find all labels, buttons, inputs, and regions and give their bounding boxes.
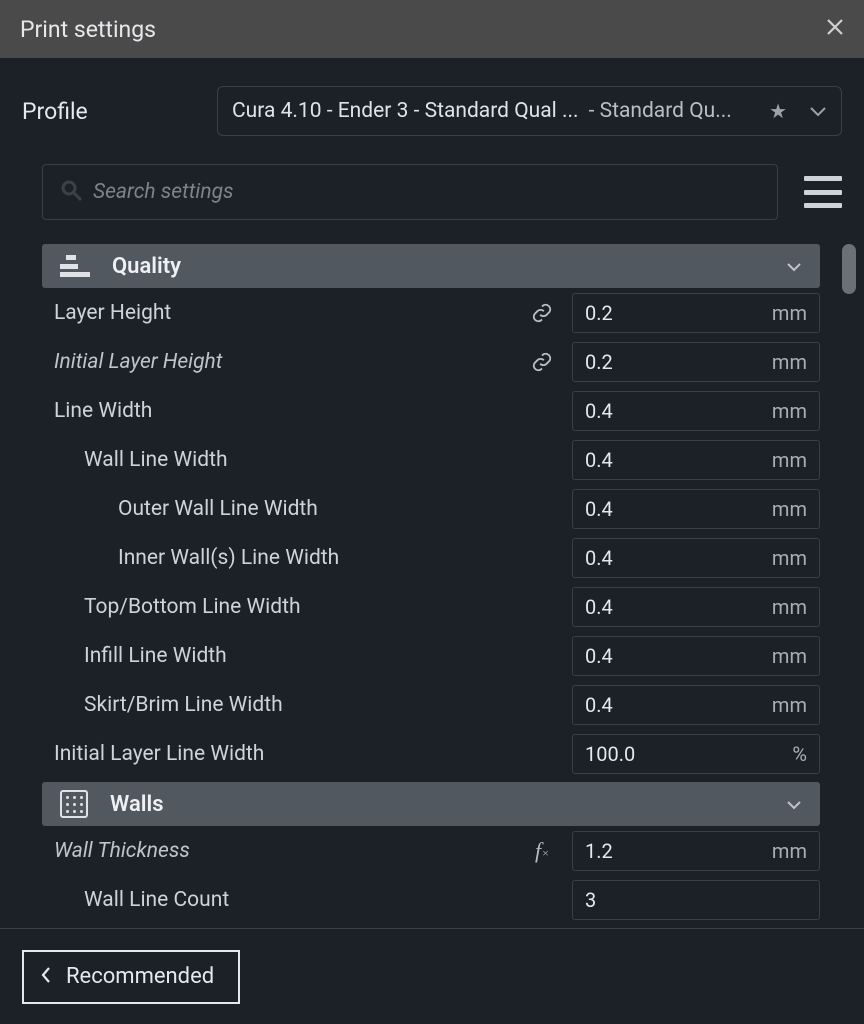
value-input[interactable]: 0.4 mm	[572, 587, 820, 627]
setting-label: Skirt/Brim Line Width	[84, 693, 564, 717]
settings-panel: Quality Layer Height 0.2 mm Initial Laye…	[0, 244, 864, 924]
chevron-down-icon[interactable]	[809, 101, 827, 122]
value-input[interactable]: 0.2 mm	[572, 293, 820, 333]
setting-layer-height: Layer Height 0.2 mm	[42, 288, 820, 337]
setting-label: Wall Thickness	[54, 839, 520, 863]
recommended-label: Recommended	[66, 964, 214, 989]
recommended-button[interactable]: Recommended	[22, 950, 240, 1004]
setting-wall-line-count: Wall Line Count 3	[42, 875, 820, 924]
setting-initial-layer-line-width: Initial Layer Line Width 100.0 %	[42, 729, 820, 778]
profile-dropdown[interactable]: Cura 4.10 - Ender 3 - Standard Qual ... …	[217, 86, 842, 136]
bottom-bar: Recommended	[0, 928, 864, 1024]
setting-label: Line Width	[54, 399, 564, 423]
value-input[interactable]: 0.4 mm	[572, 489, 820, 529]
chevron-down-icon	[786, 795, 802, 814]
close-icon[interactable]	[826, 17, 844, 42]
scrollbar[interactable]	[842, 244, 856, 294]
setting-label: Initial Layer Height	[54, 350, 520, 374]
setting-initial-layer-height: Initial Layer Height 0.2 mm	[42, 337, 820, 386]
setting-label: Top/Bottom Line Width	[84, 595, 564, 619]
setting-wall-thickness: Wall Thickness f× 1.2 mm	[42, 826, 820, 875]
value-input[interactable]: 0.4 mm	[572, 391, 820, 431]
fx-icon[interactable]: f×	[528, 838, 556, 864]
profile-text-main: Cura 4.10 - Ender 3 - Standard Qual ...	[232, 99, 579, 123]
section-header-walls[interactable]: Walls	[42, 782, 820, 826]
star-icon[interactable]: ★	[769, 99, 787, 123]
section-title-quality: Quality	[112, 254, 764, 279]
search-icon	[59, 178, 83, 206]
value-input[interactable]: 3	[572, 880, 820, 920]
value-input[interactable]: 1.2 mm	[572, 831, 820, 871]
search-placeholder: Search settings	[93, 180, 234, 204]
window-title: Print settings	[20, 16, 156, 43]
setting-top-bottom-line-width: Top/Bottom Line Width 0.4 mm	[42, 582, 820, 631]
titlebar: Print settings	[0, 0, 864, 58]
setting-label: Wall Line Count	[84, 888, 564, 912]
setting-wall-line-width: Wall Line Width 0.4 mm	[42, 435, 820, 484]
quality-icon	[60, 255, 90, 277]
value-input[interactable]: 0.4 mm	[572, 636, 820, 676]
search-input[interactable]: Search settings	[42, 164, 778, 220]
profile-row: Profile Cura 4.10 - Ender 3 - Standard Q…	[0, 58, 864, 156]
setting-label: Layer Height	[54, 301, 520, 325]
profile-text-sub: - Standard Qu...	[589, 99, 732, 123]
setting-line-width: Line Width 0.4 mm	[42, 386, 820, 435]
link-icon[interactable]	[528, 302, 556, 324]
setting-label: Inner Wall(s) Line Width	[118, 546, 564, 570]
section-title-walls: Walls	[110, 792, 764, 817]
value-input[interactable]: 0.4 mm	[572, 685, 820, 725]
chevron-left-icon	[40, 965, 52, 989]
chevron-down-icon	[786, 257, 802, 276]
value-input[interactable]: 0.4 mm	[572, 440, 820, 480]
setting-skirt-brim-line-width: Skirt/Brim Line Width 0.4 mm	[42, 680, 820, 729]
walls-icon	[60, 790, 88, 818]
setting-label: Outer Wall Line Width	[118, 497, 564, 521]
setting-inner-wall-line-width: Inner Wall(s) Line Width 0.4 mm	[42, 533, 820, 582]
section-header-quality[interactable]: Quality	[42, 244, 820, 288]
setting-label: Wall Line Width	[84, 448, 564, 472]
setting-label: Infill Line Width	[84, 644, 564, 668]
link-icon[interactable]	[528, 351, 556, 373]
setting-label: Initial Layer Line Width	[54, 742, 564, 766]
setting-outer-wall-line-width: Outer Wall Line Width 0.4 mm	[42, 484, 820, 533]
search-row: Search settings	[0, 164, 864, 220]
value-input[interactable]: 0.2 mm	[572, 342, 820, 382]
hamburger-icon[interactable]	[804, 176, 842, 208]
profile-label: Profile	[22, 98, 197, 125]
value-input[interactable]: 100.0 %	[572, 734, 820, 774]
setting-infill-line-width: Infill Line Width 0.4 mm	[42, 631, 820, 680]
value-input[interactable]: 0.4 mm	[572, 538, 820, 578]
